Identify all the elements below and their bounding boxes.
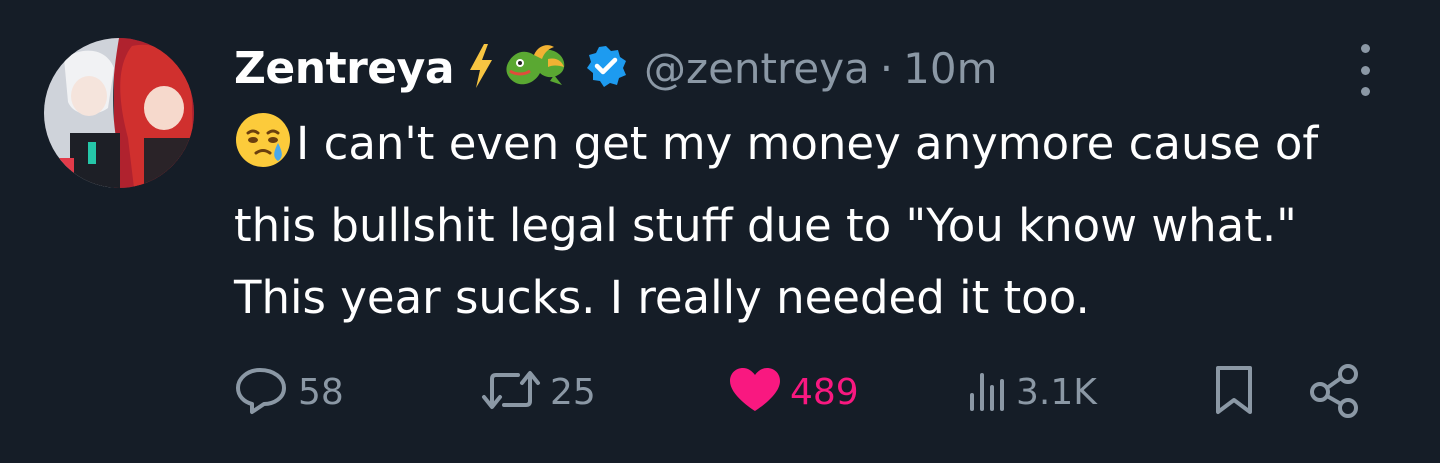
- share-button[interactable]: [1308, 362, 1362, 422]
- retweet-count: 25: [550, 371, 596, 413]
- retweet-button[interactable]: 25: [478, 362, 596, 422]
- tweet-text: I can't even get my money anymore cause …: [234, 117, 1319, 324]
- like-icon: [726, 365, 784, 419]
- like-button[interactable]: 489: [726, 362, 859, 422]
- verified-badge-icon[interactable]: [584, 44, 628, 92]
- views-count: 3.1K: [1016, 371, 1097, 413]
- tweet-actions: 58 25 489 3.1K: [232, 362, 1372, 422]
- bookmark-icon: [1210, 362, 1258, 422]
- share-icon: [1308, 362, 1362, 422]
- tweet-timestamp[interactable]: 10m: [903, 44, 997, 93]
- bookmark-button[interactable]: [1210, 362, 1258, 422]
- tweet-text-block: I can't even get my money anymore cause …: [234, 108, 1394, 334]
- views-icon: [964, 365, 1010, 419]
- author-display-name[interactable]: Zentreya: [234, 43, 455, 94]
- views-button[interactable]: 3.1K: [964, 362, 1097, 422]
- dragon-icon: [504, 41, 570, 95]
- more-icon[interactable]: [1350, 44, 1380, 96]
- author-handle[interactable]: @zentreya: [644, 44, 870, 93]
- like-count: 489: [790, 371, 859, 413]
- retweet-icon: [478, 365, 544, 419]
- reply-button[interactable]: 58: [232, 362, 344, 422]
- lightning-bolt-icon: [468, 44, 494, 92]
- tweet-header: Zentreya @zentreya · 10m: [234, 38, 998, 98]
- face-holding-back-tears-icon: [234, 111, 292, 190]
- avatar[interactable]: [44, 38, 194, 188]
- reply-count: 58: [298, 371, 344, 413]
- separator-dot: ·: [879, 43, 894, 93]
- avatar-image: [44, 38, 194, 188]
- reply-icon: [232, 364, 292, 420]
